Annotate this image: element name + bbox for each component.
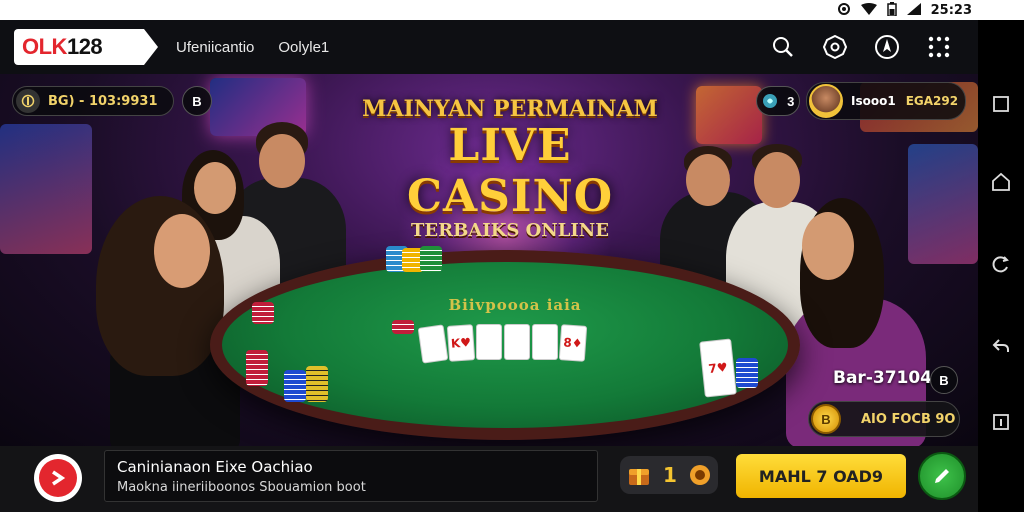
playing-card: Q♠ <box>476 324 502 360</box>
chip-count: 3 <box>787 93 795 109</box>
chip-stack <box>736 358 758 388</box>
hero-title-line1: MAINYAN PERMAINAM <box>362 96 658 122</box>
treasure-icon <box>628 469 649 485</box>
info-square-icon <box>993 414 1009 430</box>
profile-value: EGA292 <box>905 94 959 108</box>
balance-toggle-button[interactable]: B <box>182 86 212 116</box>
gear-icon <box>823 35 847 59</box>
promo-message-box[interactable]: Caninianaon Eixe Oachiao Maokna iineriib… <box>104 450 598 502</box>
hero-title: MAINYAN PERMAINAM LIVE CASINO TERBAIKS O… <box>360 96 660 241</box>
playing-card: 8♦ <box>558 324 588 362</box>
back-arrow-icon <box>992 339 1009 352</box>
playing-card: J♣ <box>504 324 530 360</box>
coin-icon: B <box>811 404 841 434</box>
menu-button[interactable] <box>924 32 954 62</box>
settings-button[interactable] <box>820 32 850 62</box>
reward-icon <box>690 465 711 485</box>
sync-icon <box>837 2 851 19</box>
player-profile-pill[interactable]: Isooo1 EGA292 <box>806 82 966 120</box>
compass-button[interactable] <box>872 32 902 62</box>
app-header: OLK128 Ufeniicantio Oolyle1 <box>0 20 978 74</box>
playing-card: 7♥ <box>699 338 737 398</box>
profile-name: Isooo1 <box>851 94 896 108</box>
chevron-right-icon <box>52 470 66 486</box>
compass-icon <box>875 35 899 59</box>
info-button[interactable] <box>989 410 1013 434</box>
chip-stack <box>392 320 414 334</box>
search-button[interactable] <box>768 32 798 62</box>
square-icon <box>993 96 1009 112</box>
bottom-bar: Caninianaon Eixe Oachiao Maokna iineriib… <box>0 446 978 512</box>
promo-message-title: Caninianaon Eixe Oachiao <box>117 458 313 476</box>
chip-stack <box>284 370 306 402</box>
chip-stack <box>252 302 274 324</box>
neon-sign <box>696 86 762 144</box>
chip-stack <box>420 246 442 272</box>
bet-info-button[interactable]: B <box>930 366 958 394</box>
pencil-icon <box>935 469 949 483</box>
chip-stack <box>306 366 328 402</box>
win-value: AIO FOCB 9O <box>861 411 956 427</box>
signal-icon <box>906 3 921 18</box>
promo-message-subtitle: Maokna iineriiboonos Sbouamion boot <box>117 480 366 495</box>
wifi-icon <box>860 3 877 18</box>
assistant-button[interactable] <box>989 252 1013 276</box>
back-button[interactable] <box>989 334 1013 358</box>
header-actions <box>768 32 954 62</box>
hero-title-line2: LIVE CASINO <box>406 120 614 222</box>
gem-icon <box>762 94 777 108</box>
balance-pill[interactable]: BG) - 103:9931 <box>12 86 174 116</box>
grid-menu-icon <box>928 36 950 58</box>
playing-card: 9♠ <box>532 324 558 360</box>
nav-link-secondary[interactable]: Oolyle1 <box>278 39 329 56</box>
balance-value: BG) - 103:9931 <box>48 93 158 109</box>
battery-icon <box>886 2 897 19</box>
home-button[interactable] <box>989 170 1013 194</box>
slot-machine-screen <box>908 144 978 264</box>
avatar <box>809 84 843 118</box>
gift-pill[interactable]: 1 <box>620 456 718 494</box>
logo-text-number: 128 <box>66 34 103 59</box>
chip-button[interactable]: 3 <box>756 86 800 116</box>
table-felt-text: Biivpoooa iaia <box>448 296 582 314</box>
play-now-button[interactable]: MAHL 7 OAD9 <box>736 454 906 498</box>
app-logo[interactable]: OLK128 <box>14 29 158 65</box>
search-icon <box>773 37 793 57</box>
hero-title-line3: TERBAIKS ONLINE <box>411 220 609 241</box>
playing-card: A♠ <box>417 324 449 364</box>
status-icons: 25:23 <box>837 2 972 19</box>
recent-apps-button[interactable] <box>989 92 1013 116</box>
system-nav-rail <box>978 20 1024 512</box>
clock: 25:23 <box>930 3 972 18</box>
edit-button[interactable] <box>918 452 966 500</box>
nav-link-primary[interactable]: Ufeniicantio <box>176 39 254 56</box>
slot-machine-screen <box>0 124 92 254</box>
bet-label: Bar-37104 <box>833 368 933 388</box>
chip-stack <box>246 350 268 386</box>
home-icon <box>992 172 1010 191</box>
brand-badge-button[interactable] <box>34 454 82 502</box>
playing-card: K♥ <box>446 324 476 362</box>
logo-text-red: OLK <box>22 34 67 59</box>
status-bar: 25:23 <box>0 0 1024 20</box>
win-pill[interactable]: B AIO FOCB 9O <box>808 401 960 437</box>
live-casino-hero[interactable]: Biivpoooa iaia A♠ K♥ Q♠ J♣ 9♠ 8♦ 7♥ MAIN… <box>0 74 978 446</box>
refresh-icon <box>992 256 1009 273</box>
gift-count: 1 <box>663 463 677 487</box>
logo-arrow-shape <box>144 29 158 65</box>
wallet-icon <box>16 89 40 113</box>
